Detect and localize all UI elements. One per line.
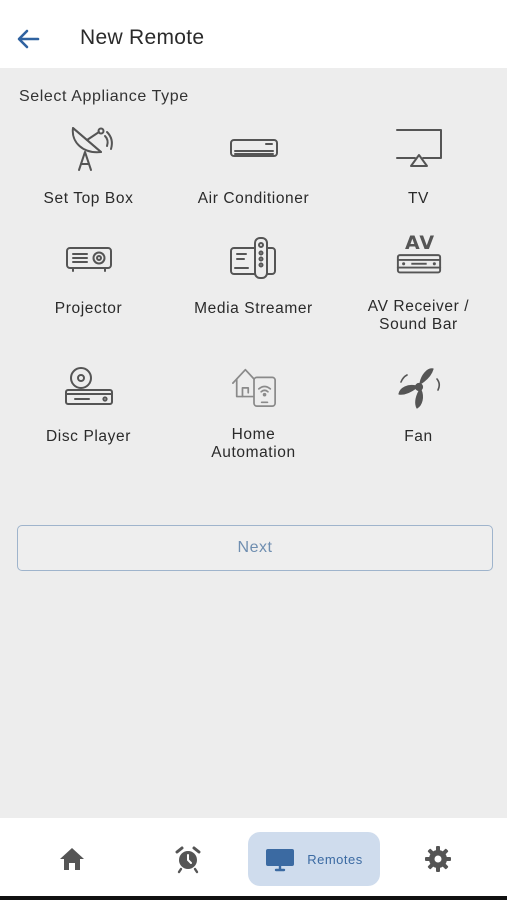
disc-player-icon xyxy=(64,367,113,405)
appliance-label: Air Conditioner xyxy=(197,190,310,207)
satellite-dish-icon xyxy=(71,127,113,171)
app-header: New Remote xyxy=(0,0,507,68)
appliance-label: Projector xyxy=(54,300,123,317)
monitor-icon xyxy=(266,849,295,872)
page-title: New Remote xyxy=(80,26,205,49)
nav-alarms[interactable] xyxy=(160,832,216,886)
appliance-label: Fan xyxy=(404,428,433,445)
arrow-left-icon xyxy=(17,29,40,49)
next-button[interactable]: Next xyxy=(17,525,493,571)
alarm-clock-icon xyxy=(175,846,201,874)
fan-icon xyxy=(397,368,440,409)
appliance-media-streamer[interactable]: Media Streamer xyxy=(171,234,336,334)
appliance-projector[interactable]: Projector xyxy=(6,234,171,334)
nav-remotes-label: Remotes xyxy=(307,851,363,867)
home-automation-icon xyxy=(231,368,276,408)
appliance-fan[interactable]: Fan xyxy=(336,362,501,462)
section-label: Select Appliance Type xyxy=(19,88,189,105)
appliance-label: AV Receiver / Sound Bar xyxy=(367,298,470,333)
home-icon xyxy=(60,848,84,870)
bottom-navigation: Remotes xyxy=(0,818,507,896)
appliance-label: Set Top Box xyxy=(43,190,134,207)
appliance-label: Home Automation xyxy=(211,426,296,461)
nav-remotes[interactable]: Remotes xyxy=(248,832,380,886)
appliance-set-top-box[interactable]: Set Top Box xyxy=(6,124,171,224)
gear-icon xyxy=(425,846,451,872)
appliance-label: TV xyxy=(407,190,429,207)
media-streamer-icon xyxy=(229,237,276,279)
appliance-label: Media Streamer xyxy=(194,300,313,317)
appliance-tv[interactable]: TV xyxy=(336,124,501,224)
back-button[interactable] xyxy=(14,25,42,53)
appliance-home-automation[interactable]: Home Automation xyxy=(171,362,336,462)
appliance-disc-player[interactable]: Disc Player xyxy=(6,362,171,462)
nav-home[interactable] xyxy=(44,832,100,886)
air-conditioner-icon xyxy=(229,139,278,157)
system-bar xyxy=(0,896,507,900)
nav-settings[interactable] xyxy=(410,832,466,886)
projector-icon xyxy=(65,247,112,272)
appliance-label: Disc Player xyxy=(46,428,131,445)
av-icon-text: AV xyxy=(404,232,436,254)
appliance-air-conditioner[interactable]: Air Conditioner xyxy=(171,124,336,224)
tv-icon xyxy=(395,129,442,167)
